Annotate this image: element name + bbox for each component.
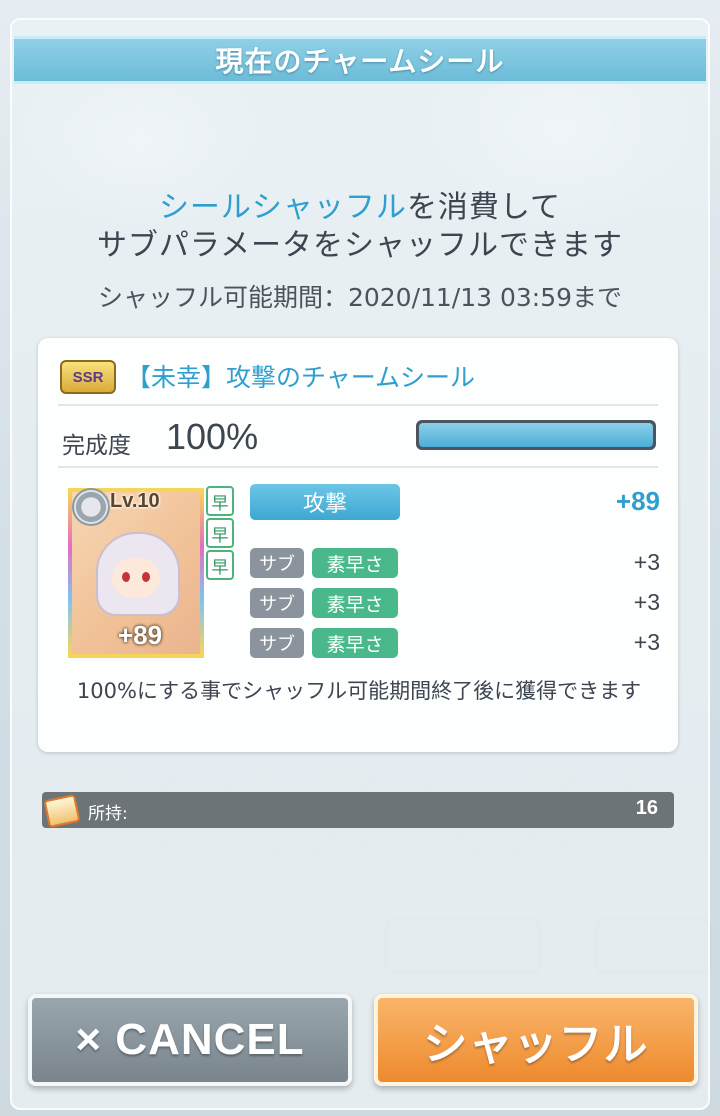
- speed-tag: 早: [206, 486, 234, 516]
- sub-stat-value: +3: [633, 589, 660, 615]
- sub-stat-row: サブ 素早さ +3: [250, 628, 660, 660]
- sub-stat-label: 素早さ: [312, 628, 398, 658]
- rarity-badge: SSR: [60, 360, 116, 394]
- completion-note: 100%にする事でシャッフル可能期間終了後に獲得できます: [76, 679, 642, 703]
- owned-label: 所持:: [88, 804, 128, 824]
- intro-line-2: サブパラメータをシャッフルできます: [96, 228, 624, 263]
- shuffle-button-label: シャッフル: [423, 1019, 649, 1070]
- owned-value: 16: [635, 797, 658, 819]
- divider: [58, 404, 658, 406]
- main-stat-label: 攻撃: [250, 484, 400, 520]
- sub-stat-label: 素早さ: [312, 548, 398, 578]
- sub-stat-row: サブ 素早さ +3: [250, 588, 660, 620]
- sub-stat-label: 素早さ: [312, 588, 398, 618]
- dialog-title-bar: 現在のチャームシール: [14, 36, 706, 84]
- completion-label: 完成度: [62, 433, 131, 459]
- speed-tag: 早: [206, 550, 234, 580]
- speed-tag: 早: [206, 518, 234, 548]
- shuffle-ticket-icon: [43, 793, 81, 829]
- sub-stat-value: +3: [633, 549, 660, 575]
- sub-tag: サブ: [250, 548, 304, 578]
- seal-name: 【未幸】攻撃のチャームシール: [126, 363, 476, 392]
- dialog-title: 現在のチャームシール: [215, 45, 505, 78]
- completion-progress-bar: [416, 420, 656, 450]
- sub-stat-value: +3: [633, 629, 660, 655]
- sub-tag: サブ: [250, 628, 304, 658]
- seal-level: Lv.10: [110, 490, 160, 512]
- character-eye: [142, 572, 150, 582]
- seal-attack-overlay: +89: [118, 620, 163, 650]
- character-face: [112, 558, 160, 598]
- character-eye: [122, 572, 130, 582]
- sub-stat-row: サブ 素早さ +3: [250, 548, 660, 580]
- main-stat-value: +89: [615, 486, 660, 516]
- divider: [58, 466, 658, 468]
- completion-progress-fill: [419, 423, 653, 447]
- completion-value: 100%: [166, 416, 259, 457]
- seal-detail-card: SSR 【未幸】攻撃のチャームシール 完成度 100% Lv.10 +89 早 …: [38, 338, 678, 752]
- owned-count-bar: 所持: 16: [42, 792, 674, 829]
- cancel-button[interactable]: × CANCEL: [28, 994, 352, 1086]
- shuffle-button[interactable]: シャッフル: [374, 994, 698, 1086]
- cancel-button-label: × CANCEL: [75, 1015, 305, 1064]
- gear-icon: [72, 488, 110, 526]
- sub-tag: サブ: [250, 588, 304, 618]
- shuffle-period: シャッフル可能期間：2020/11/13 03:59まで: [97, 283, 623, 312]
